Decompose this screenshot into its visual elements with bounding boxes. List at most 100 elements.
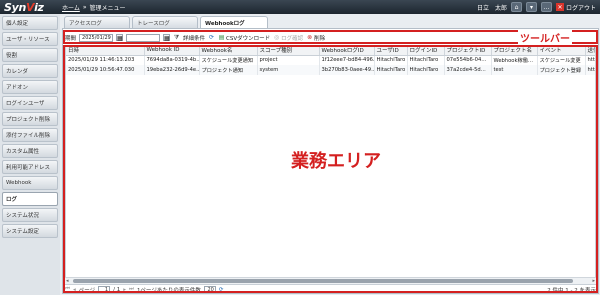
delete-button[interactable]: ⊗ 削除 bbox=[306, 34, 325, 42]
period-label: 期間 bbox=[65, 35, 77, 42]
per-page-field[interactable]: 20 bbox=[203, 286, 216, 293]
date-from-field[interactable]: 2025/01/29 bbox=[79, 33, 114, 42]
breadcrumb-home-link[interactable]: ホーム bbox=[62, 3, 80, 12]
table-cell: system bbox=[257, 65, 320, 75]
column-header[interactable]: 日時 bbox=[66, 46, 145, 56]
page-total: / 1 bbox=[113, 286, 121, 293]
table-cell: HitachiTaro bbox=[374, 55, 408, 65]
record-summary: 2 件中 1 - 2 を表示 bbox=[547, 287, 596, 294]
toolbar: 期間 2025/01/29 ▦ ▦ ⧩ 詳細条件 ⟳ ▤ CSVダウンロード ◎… bbox=[65, 32, 596, 43]
first-page-icon[interactable]: ⏮ bbox=[65, 286, 70, 293]
csv-download-button[interactable]: ▤ CSVダウンロード bbox=[218, 34, 270, 42]
sidebar-item[interactable]: システム状況 bbox=[2, 208, 58, 222]
table-cell: https bbox=[585, 55, 595, 65]
synviz-logo[interactable]: SynViz bbox=[0, 1, 62, 14]
sidebar: 個人設定ユーザ・リソース 役割カレンダアドオンログインユーザ プロジェクト削除 添付フ… bbox=[0, 14, 60, 295]
detail-conditions-button[interactable]: 詳細条件 bbox=[183, 34, 205, 42]
table-cell: 7694da8a-0319-4b… bbox=[144, 55, 200, 65]
table-body: 2025/01/29 11:46:13.203 7694da8a-0319-4b…… bbox=[66, 55, 595, 75]
breadcrumb-separator: » bbox=[82, 3, 87, 11]
sidebar-item[interactable]: カレンダ bbox=[2, 64, 58, 78]
toolbar-annotation-label: ツールバー bbox=[518, 30, 572, 45]
last-page-icon[interactable]: ⏭ bbox=[129, 286, 134, 293]
more-menu-icon[interactable]: … bbox=[540, 2, 552, 12]
scroll-left-icon[interactable]: ◂ bbox=[66, 278, 69, 284]
pagination-bar: ⏮ ◂ ページ 1 / 1 ▸ ⏭ 1ページあたりの表示件数 20 ⟳ 2 件中… bbox=[65, 285, 596, 294]
table-cell: HitachiTaro bbox=[407, 55, 445, 65]
calendar-icon[interactable]: ▦ bbox=[163, 34, 171, 42]
table-cell: 37a2cde4-5d… bbox=[444, 65, 492, 75]
delete-label: 削除 bbox=[314, 35, 326, 42]
column-header[interactable]: イベント bbox=[537, 46, 586, 56]
work-area-annotation-label: 業務エリア bbox=[291, 151, 381, 172]
sidebar-item[interactable]: Webhook bbox=[2, 176, 58, 190]
table-cell: スケジュール変更通知 bbox=[199, 55, 258, 65]
log-confirm-button[interactable]: ◎ ログ確認 bbox=[273, 34, 303, 42]
sidebar-item[interactable]: 添付ファイル削除 bbox=[2, 128, 58, 142]
webhook-log-table: 日時 Webhook ID Webhook名 スコープ種別 WebhookログID ユーザ… bbox=[66, 46, 595, 75]
table-cell: 3b270b83-0aee-49… bbox=[319, 65, 375, 75]
sidebar-item[interactable]: カスタム属性 bbox=[2, 144, 58, 158]
scrollbar-thumb[interactable] bbox=[73, 279, 573, 283]
breadcrumb-current: 管理メニュー bbox=[89, 4, 126, 12]
breadcrumb: ホーム » 管理メニュー bbox=[62, 3, 126, 12]
log-confirm-label: ログ確認 bbox=[281, 35, 304, 42]
csv-download-label: CSVダウンロード bbox=[226, 35, 271, 42]
column-header[interactable]: スコープ種別 bbox=[257, 46, 320, 56]
column-header[interactable]: 送信 bbox=[585, 46, 595, 56]
sidebar-item[interactable]: アドオン bbox=[2, 80, 58, 94]
table-cell: https bbox=[585, 65, 595, 75]
column-header[interactable]: プロジェクト名 bbox=[491, 46, 538, 56]
per-page-label: 1ページあたりの表示件数 bbox=[136, 287, 201, 294]
date-to-field[interactable] bbox=[126, 33, 161, 42]
table-header-row: 日時 Webhook ID Webhook名 スコープ種別 WebhookログID ユーザ… bbox=[66, 46, 595, 56]
table-cell: HitachiTaro bbox=[407, 65, 445, 75]
tab-bar: アクセスログ トレースログ Webhookログ bbox=[64, 16, 268, 28]
column-header[interactable]: WebhookログID bbox=[319, 46, 375, 56]
log-confirm-icon: ◎ bbox=[274, 34, 280, 41]
table-cell: 07e554b6-04… bbox=[444, 55, 492, 65]
sidebar-item[interactable]: ログインユーザ bbox=[2, 96, 58, 110]
table-row[interactable]: 2025/01/29 11:46:13.203 7694da8a-0319-4b…… bbox=[66, 55, 595, 65]
user-menu-icon[interactable]: ▾ bbox=[525, 2, 537, 12]
sidebar-item[interactable]: システム設定 bbox=[2, 224, 58, 238]
column-header[interactable]: Webhook名 bbox=[199, 46, 258, 56]
column-header[interactable]: ユーザID bbox=[374, 46, 408, 56]
sidebar-item[interactable]: 役割 bbox=[2, 48, 58, 62]
logout-icon: ✕ bbox=[555, 3, 564, 11]
csv-icon: ▤ bbox=[218, 34, 225, 41]
column-header[interactable]: ログインID bbox=[407, 46, 445, 56]
user-name: 日立 太郎 bbox=[476, 4, 507, 12]
prev-page-icon[interactable]: ◂ bbox=[73, 287, 76, 293]
table-cell: HitachiTaro bbox=[374, 65, 408, 75]
table-cell: プロジェクト通知 bbox=[199, 65, 258, 75]
table-cell: プロジェクト登録 bbox=[537, 65, 586, 75]
horizontal-scrollbar[interactable]: ◂ ▸ bbox=[65, 277, 596, 284]
sidebar-item[interactable]: 利用可能アドレス bbox=[2, 160, 58, 174]
table-cell: スケジュール変更 bbox=[537, 55, 586, 65]
next-page-icon[interactable]: ▸ bbox=[123, 287, 126, 293]
column-header[interactable]: Webhook ID bbox=[144, 46, 200, 56]
refresh-icon[interactable]: ⟳ bbox=[219, 287, 224, 293]
column-header[interactable]: プロジェクトID bbox=[444, 46, 492, 56]
page-number-field[interactable]: 1 bbox=[98, 286, 111, 293]
page-label: ページ bbox=[78, 287, 96, 294]
tab-access-log[interactable]: アクセスログ bbox=[64, 16, 130, 28]
sidebar-item[interactable]: ログ bbox=[2, 192, 58, 206]
tab-trace-log[interactable]: トレースログ bbox=[132, 16, 198, 28]
tab-webhook-log[interactable]: Webhookログ bbox=[200, 16, 268, 28]
scroll-right-icon[interactable]: ▸ bbox=[592, 278, 595, 284]
table-row[interactable]: 2025/01/29 10:56:47.030 19eba232-26d9-4e…… bbox=[66, 65, 595, 75]
logout-label: ログアウト bbox=[565, 4, 596, 12]
calendar-icon[interactable]: ▦ bbox=[116, 34, 124, 42]
sidebar-item[interactable]: プロジェクト削除 bbox=[2, 112, 58, 126]
sidebar-item[interactable]: ユーザ・リソース bbox=[2, 32, 58, 46]
home-icon[interactable]: ⌂ bbox=[510, 2, 522, 12]
table-cell: 19eba232-26d9-4e… bbox=[144, 65, 200, 75]
sidebar-item[interactable]: 個人設定 bbox=[2, 16, 58, 30]
logout-button[interactable]: ✕ ログアウト bbox=[555, 3, 596, 12]
filter-icon[interactable]: ⧩ bbox=[173, 34, 180, 41]
detail-conditions-label: 詳細条件 bbox=[183, 35, 206, 42]
table-cell: project bbox=[257, 55, 320, 65]
refresh-icon[interactable]: ⟳ bbox=[208, 34, 215, 41]
